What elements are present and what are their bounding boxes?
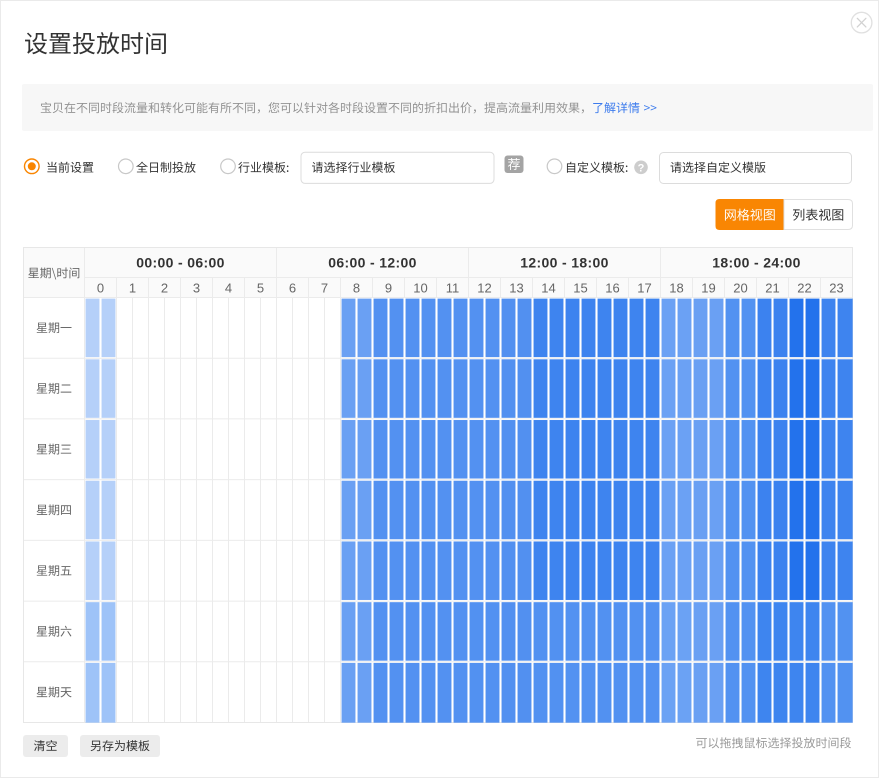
svg-text:?: ? — [638, 163, 645, 175]
svg-text:15: 15 — [573, 281, 587, 296]
svg-text:4: 4 — [225, 281, 232, 296]
svg-text:11: 11 — [446, 281, 460, 296]
svg-text:8: 8 — [353, 281, 360, 296]
svg-text:23: 23 — [829, 281, 843, 296]
svg-text:16: 16 — [605, 281, 619, 296]
svg-text:20: 20 — [733, 281, 747, 296]
svg-text:5: 5 — [257, 281, 264, 296]
svg-text:19: 19 — [701, 281, 715, 296]
svg-text:18:00 - 24:00: 18:00 - 24:00 — [712, 255, 801, 271]
svg-text:12:00 - 18:00: 12:00 - 18:00 — [520, 255, 609, 271]
svg-text:12: 12 — [477, 281, 491, 296]
svg-text:13: 13 — [509, 281, 523, 296]
svg-text:6: 6 — [289, 281, 296, 296]
svg-text:0: 0 — [97, 281, 104, 296]
svg-text:10: 10 — [413, 281, 427, 296]
svg-text:17: 17 — [637, 281, 651, 296]
svg-text:14: 14 — [541, 281, 555, 296]
svg-text:9: 9 — [385, 281, 392, 296]
svg-text:7: 7 — [321, 281, 328, 296]
svg-text:00:00 - 06:00: 00:00 - 06:00 — [136, 255, 225, 271]
svg-text:2: 2 — [161, 281, 168, 296]
svg-text:3: 3 — [193, 281, 200, 296]
svg-text:22: 22 — [797, 281, 811, 296]
svg-text:21: 21 — [765, 281, 779, 296]
svg-text:18: 18 — [669, 281, 683, 296]
svg-text:06:00 - 12:00: 06:00 - 12:00 — [328, 255, 417, 271]
svg-text:1: 1 — [129, 281, 136, 296]
